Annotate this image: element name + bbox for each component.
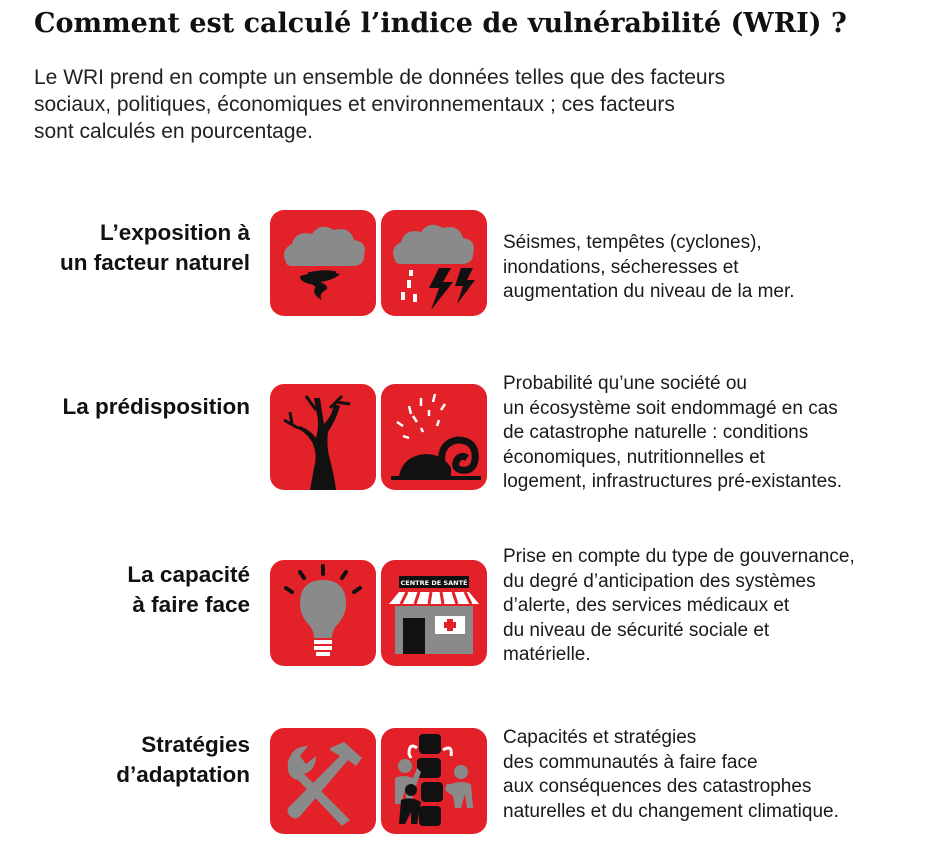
row-desc-line: augmentation du niveau de la mer.	[503, 281, 795, 302]
row-desc-line: économiques, nutritionnelles et	[503, 446, 765, 468]
row-desc-line: de catastrophe naturelle : conditions	[503, 422, 809, 443]
row-label-exposition: L’exposition à un facteur naturel	[0, 218, 250, 278]
people-building-icon	[381, 728, 487, 834]
row-desc-line: un écosystème soit endommagé en cas	[503, 397, 838, 419]
row-desc-line: naturelles et du changement climatique.	[503, 800, 839, 822]
row-desc-line: du degré d’anticipation des systèmes	[503, 570, 816, 592]
row-desc-line: Séismes, tempêtes (cyclones),	[503, 232, 762, 253]
row-desc-line: matérielle.	[503, 644, 591, 665]
intro-text: Le WRI prend en compte un ensemble de do…	[34, 64, 894, 145]
row-label-capacite: La capacité à faire face	[0, 560, 250, 620]
intro-line: sociaux, politiques, économiques et envi…	[34, 93, 675, 116]
row-desc-line: Capacités et stratégies	[503, 727, 697, 748]
row-desc-line: inondations, sécheresses et	[503, 256, 739, 278]
row-desc-line: Prise en compte du type de gouvernance,	[503, 546, 855, 567]
row-desc-capacite: Prise en compte du type de gouvernance, …	[503, 545, 933, 668]
page-title: Comment est calculé l’indice de vulnérab…	[34, 8, 847, 39]
health-center-icon: CENTRE DE SANTÉ	[381, 560, 487, 666]
dead-tree-icon	[270, 384, 376, 490]
row-desc-strategies: Capacités et stratégies des communautés …	[503, 726, 933, 824]
intro-line: Le WRI prend en compte un ensemble de do…	[34, 66, 726, 89]
row-label-line: d’adaptation	[116, 762, 250, 787]
row-label-line: La prédisposition	[62, 394, 250, 419]
row-desc-line: des communautés à faire face	[503, 751, 758, 773]
row-label-strategies: Stratégies d’adaptation	[0, 730, 250, 790]
row-label-line: un facteur naturel	[59, 250, 250, 275]
row-desc-exposition: Séismes, tempêtes (cyclones), inondation…	[503, 231, 933, 305]
row-label-line: L’exposition à	[99, 220, 250, 245]
row-label-predisposition: La prédisposition	[0, 392, 250, 422]
intro-line: sont calculés en pourcentage.	[34, 120, 314, 143]
row-desc-line: d’alerte, des services médicaux et	[503, 595, 790, 616]
wave-flood-icon	[381, 384, 487, 490]
row-desc-line: Probabilité qu’une société ou	[503, 373, 748, 394]
light-bulb-icon	[270, 560, 376, 666]
storm-lightning-rain-icon	[381, 210, 487, 316]
row-label-line: La capacité	[127, 562, 250, 587]
row-label-line: à faire face	[132, 592, 250, 617]
health-center-sign-text: CENTRE DE SANTÉ	[401, 578, 468, 587]
row-desc-line: aux conséquences des catastrophes	[503, 776, 812, 797]
storm-tornado-icon	[270, 210, 376, 316]
tools-icon	[270, 728, 376, 834]
row-label-line: Stratégies	[141, 732, 250, 757]
row-desc-line: du niveau de sécurité sociale et	[503, 619, 770, 641]
row-desc-line: logement, infrastructures pré-existantes…	[503, 471, 842, 492]
row-desc-predisposition: Probabilité qu’une société ou un écosyst…	[503, 372, 933, 495]
